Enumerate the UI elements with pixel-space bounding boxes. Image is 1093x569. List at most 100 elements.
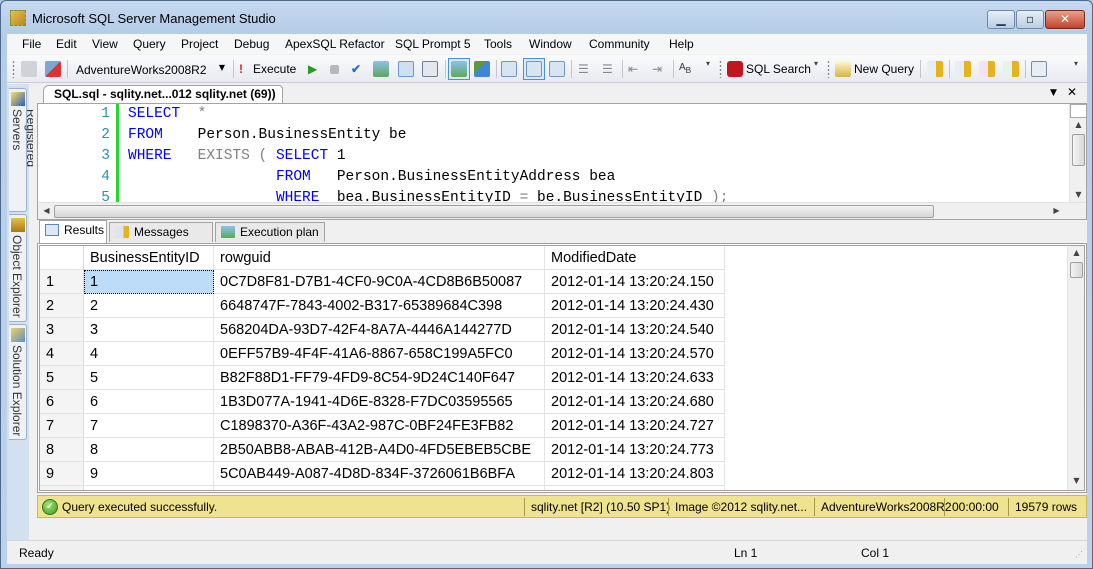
sql-editor[interactable]: 1 SELECT * 2 FROM Person.BusinessEntity be 3…: [37, 103, 1087, 220]
results-grid[interactable]: BusinessEntityID rowguid ModifiedDate 11…: [37, 243, 1087, 493]
table-row[interactable]: 3 3 568204DA-93D7-42F4-8A7A-4446A144277D 20…: [40, 318, 730, 342]
table-row[interactable]: 9 9 5C0AB449-A087-4D8D-834F-3726061B6BFA 20…: [40, 462, 730, 486]
side-tab-object-explorer[interactable]: Object Explorer: [9, 214, 27, 322]
cell-businessentityid[interactable]: 3: [84, 318, 214, 342]
cell-rowguid[interactable]: [214, 486, 545, 490]
table-row[interactable]: 8 8 2B50ABB8-ABAB-412B-A4D0-4FD5EBEB5CBE 20…: [40, 438, 730, 462]
toolbar-grip[interactable]: [827, 60, 830, 78]
cell-modifieddate[interactable]: 2012-01-14 13:20:24.633: [545, 366, 725, 390]
document-tab[interactable]: SQL.sql - sqlity.net...012 sqlity.net (6…: [43, 85, 283, 103]
results-to-file-icon[interactable]: [549, 61, 565, 77]
minimize-button[interactable]: ▁: [987, 10, 1015, 29]
row-number[interactable]: 6: [40, 390, 84, 414]
increase-indent-icon[interactable]: ⇥: [652, 62, 662, 76]
menu-debug[interactable]: Debug: [234, 37, 269, 51]
uncomment-lines-icon[interactable]: ☰: [602, 62, 613, 76]
side-tab-solution-explorer[interactable]: Solution Explorer: [9, 324, 27, 440]
grid-vertical-scrollbar[interactable]: ▲ ▼: [1067, 246, 1084, 490]
menu-community[interactable]: Community: [589, 37, 650, 51]
decrease-indent-icon[interactable]: ⇤: [628, 62, 638, 76]
menu-query[interactable]: Query: [133, 37, 166, 51]
cell-businessentityid[interactable]: 1: [84, 270, 214, 294]
toolbar-overflow-button[interactable]: ▾: [811, 59, 821, 79]
scroll-up-icon[interactable]: ▲: [1068, 248, 1084, 257]
database-engine-query-icon[interactable]: [927, 61, 943, 77]
comment-lines-icon[interactable]: ☰: [578, 62, 589, 76]
menu-window[interactable]: Window: [529, 37, 572, 51]
menu-sql-prompt[interactable]: SQL Prompt 5: [395, 37, 471, 51]
cell-businessentityid[interactable]: 10: [84, 486, 214, 490]
scroll-down-icon[interactable]: ▼: [1070, 190, 1086, 199]
table-row[interactable]: 1010 2012-01-14 13:20:24.850: [40, 486, 730, 490]
row-number[interactable]: 9: [40, 462, 84, 486]
xmla-query-icon[interactable]: [1003, 61, 1019, 77]
scroll-right-icon[interactable]: ▶: [1048, 206, 1065, 215]
table-row[interactable]: 1 1 0C7D8F81-D7B1-4CF0-9C0A-4CD8B6B50087 20…: [40, 270, 730, 294]
column-header[interactable]: ModifiedDate: [545, 246, 725, 270]
tab-execution-plan[interactable]: Execution plan: [215, 222, 325, 242]
tab-messages[interactable]: Messages: [109, 222, 213, 242]
results-to-text-icon[interactable]: [501, 61, 517, 77]
sql-search-button[interactable]: SQL Search: [746, 62, 811, 76]
menu-view[interactable]: View: [92, 37, 118, 51]
debug-play-icon[interactable]: ▶: [308, 62, 317, 76]
active-files-dropdown-icon[interactable]: ▼: [1050, 88, 1057, 98]
resize-grip-icon[interactable]: ⋰: [1075, 550, 1083, 559]
toolbar-overflow-button[interactable]: ▾: [703, 59, 713, 79]
cancel-query-icon[interactable]: [330, 65, 339, 74]
cell-rowguid[interactable]: 6648747F-7843-4002-B317-65389684C398: [214, 294, 545, 318]
scroll-left-icon[interactable]: ◀: [38, 206, 55, 215]
editor-vertical-scrollbar[interactable]: ▲ ▼: [1069, 104, 1086, 204]
cell-businessentityid[interactable]: 8: [84, 438, 214, 462]
cell-rowguid[interactable]: 568204DA-93D7-42F4-8A7A-4446A144277D: [214, 318, 545, 342]
table-row[interactable]: 5 5 B82F88D1-FF79-4FD9-8C54-9D24C140F647 20…: [40, 366, 730, 390]
table-row[interactable]: 6 6 1B3D077A-1941-4D6E-8328-F7DC03595565 20…: [40, 390, 730, 414]
editor-horizontal-scrollbar[interactable]: ◀ ▶: [38, 202, 1086, 219]
mdx-query-icon[interactable]: [955, 61, 971, 77]
cell-rowguid[interactable]: C1898370-A36F-43A2-987C-0BF24FE3FB82: [214, 414, 545, 438]
execute-button[interactable]: Execute: [253, 62, 296, 76]
cell-modifieddate[interactable]: 2012-01-14 13:20:24.727: [545, 414, 725, 438]
cell-modifieddate[interactable]: 2012-01-14 13:20:24.150: [545, 270, 725, 294]
connect-icon[interactable]: [21, 61, 37, 77]
menu-help[interactable]: Help: [669, 37, 694, 51]
cell-rowguid[interactable]: 0C7D8F81-D7B1-4CF0-9C0A-4CD8B6B50087: [214, 270, 545, 294]
table-row[interactable]: 7 7 C1898370-A36F-43A2-987C-0BF24FE3FB82 20…: [40, 414, 730, 438]
row-number[interactable]: 8: [40, 438, 84, 462]
cell-businessentityid[interactable]: 6: [84, 390, 214, 414]
cell-businessentityid[interactable]: 4: [84, 342, 214, 366]
cell-rowguid[interactable]: 2B50ABB8-ABAB-412B-A4D0-4FD5EBEB5CBE: [214, 438, 545, 462]
query-options-icon[interactable]: [398, 61, 414, 77]
row-number[interactable]: 2: [40, 294, 84, 318]
specify-template-values-icon[interactable]: AB: [679, 62, 691, 75]
row-number[interactable]: 1: [40, 270, 84, 294]
row-number[interactable]: 3: [40, 318, 84, 342]
menu-file[interactable]: File: [22, 37, 41, 51]
intellisense-icon[interactable]: [422, 61, 438, 77]
cell-modifieddate[interactable]: 2012-01-14 13:20:24.803: [545, 462, 725, 486]
cell-modifieddate[interactable]: 2012-01-14 13:20:24.850: [545, 486, 725, 490]
compact-edition-query-icon[interactable]: [1031, 61, 1047, 77]
menu-edit[interactable]: Edit: [56, 37, 77, 51]
close-button[interactable]: ✕: [1045, 10, 1085, 29]
grid-vscroll-thumb[interactable]: [1070, 262, 1083, 278]
menu-tools[interactable]: Tools: [484, 37, 512, 51]
parse-check-icon[interactable]: ✔: [351, 62, 361, 76]
dmx-query-icon[interactable]: [979, 61, 995, 77]
grid-corner[interactable]: [40, 246, 84, 270]
cell-rowguid[interactable]: 5C0AB449-A087-4D8D-834F-3726061B6BFA: [214, 462, 545, 486]
maximize-button[interactable]: ▫: [1016, 10, 1044, 29]
editor-hscroll-thumb[interactable]: [54, 205, 934, 218]
table-row[interactable]: 2 2 6648747F-7843-4002-B317-65389684C398 20…: [40, 294, 730, 318]
cell-businessentityid[interactable]: 5: [84, 366, 214, 390]
table-row[interactable]: 4 4 0EFF57B9-4F4F-41A6-8867-658C199A5FC0 20…: [40, 342, 730, 366]
split-handle[interactable]: [1070, 104, 1086, 118]
row-number[interactable]: 4: [40, 342, 84, 366]
cell-businessentityid[interactable]: 7: [84, 414, 214, 438]
row-number[interactable]: 5: [40, 366, 84, 390]
editor-vscroll-thumb[interactable]: [1072, 134, 1085, 166]
column-header[interactable]: BusinessEntityID: [84, 246, 214, 270]
toolbar-grip[interactable]: [719, 60, 722, 78]
scroll-down-icon[interactable]: ▼: [1068, 476, 1084, 485]
client-statistics-icon[interactable]: [474, 61, 490, 77]
